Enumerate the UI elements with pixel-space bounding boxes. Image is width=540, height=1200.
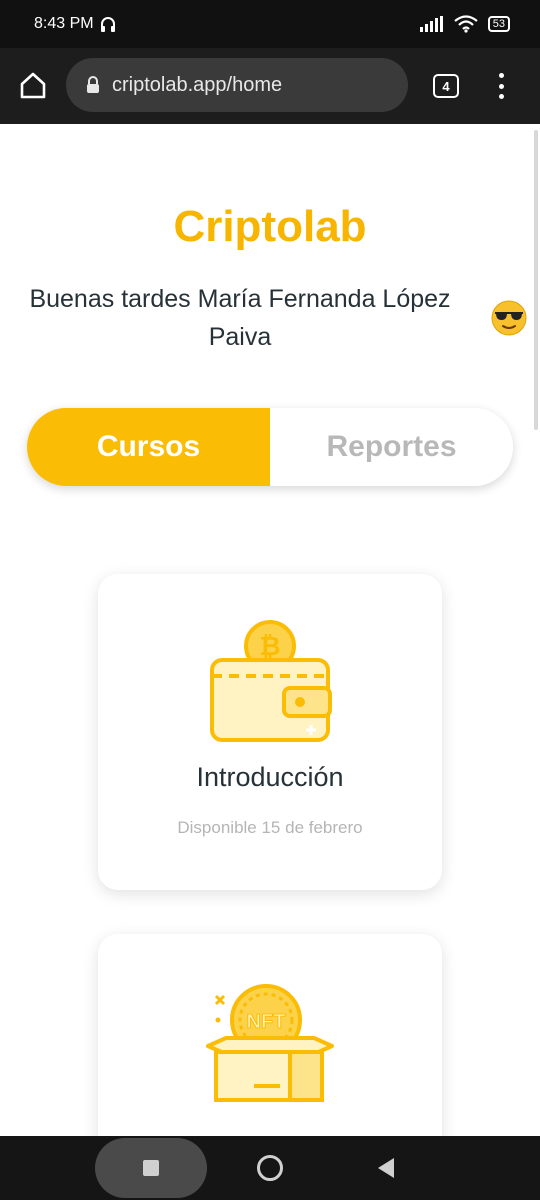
signal-icon	[419, 16, 443, 32]
status-time: 8:43 PM	[34, 15, 94, 32]
system-nav-bar	[0, 1136, 540, 1200]
battery-level: 53	[492, 18, 505, 30]
section-toggle: Cursos Reportes	[27, 408, 513, 486]
svg-text:NFT: NFT	[247, 1011, 286, 1033]
home-icon[interactable]	[18, 70, 48, 100]
svg-text:₿: ₿	[259, 631, 280, 661]
greeting-text: Buenas tardes María Fernanda López Paiva	[29, 285, 451, 351]
home-button[interactable]	[257, 1155, 283, 1181]
course-availability: Disponible 15 de febrero	[177, 818, 363, 837]
nft-box-icon: NFT	[206, 984, 334, 1102]
sunglasses-emoji-icon	[491, 300, 527, 336]
status-time-group: 8:43 PM	[34, 15, 117, 33]
course-card-nft[interactable]: NFT	[98, 934, 442, 1136]
page-title: Criptolab	[173, 202, 367, 251]
tab-count: 4	[442, 78, 450, 94]
course-title: Introducción	[196, 762, 344, 792]
battery-icon: 53	[487, 16, 510, 32]
tab-reportes[interactable]: Reportes	[270, 408, 513, 486]
tab-cursos[interactable]: Cursos	[27, 408, 270, 486]
recents-button[interactable]	[95, 1138, 207, 1198]
lock-icon	[87, 76, 99, 93]
address-bar[interactable]: criptolab.app/home	[66, 58, 408, 112]
tabs-icon[interactable]: 4	[433, 74, 459, 98]
scrollbar[interactable]	[534, 130, 538, 430]
browser-toolbar: criptolab.app/home 4	[0, 48, 540, 124]
more-vert-icon[interactable]	[492, 70, 510, 102]
status-icons: 53	[419, 15, 510, 33]
status-bar: 8:43 PM 53	[0, 0, 540, 48]
back-button[interactable]	[378, 1158, 394, 1178]
wallet-bitcoin-icon: ₿	[210, 620, 332, 742]
wifi-icon	[454, 15, 478, 33]
url-text: criptolab.app/home	[112, 73, 283, 96]
course-card-intro[interactable]: ₿ Introducción Disponible 15 de febrero	[98, 574, 442, 890]
page-content: Criptolab Buenas tardes María Fernanda L…	[0, 124, 540, 1136]
headphones-icon	[100, 17, 115, 32]
